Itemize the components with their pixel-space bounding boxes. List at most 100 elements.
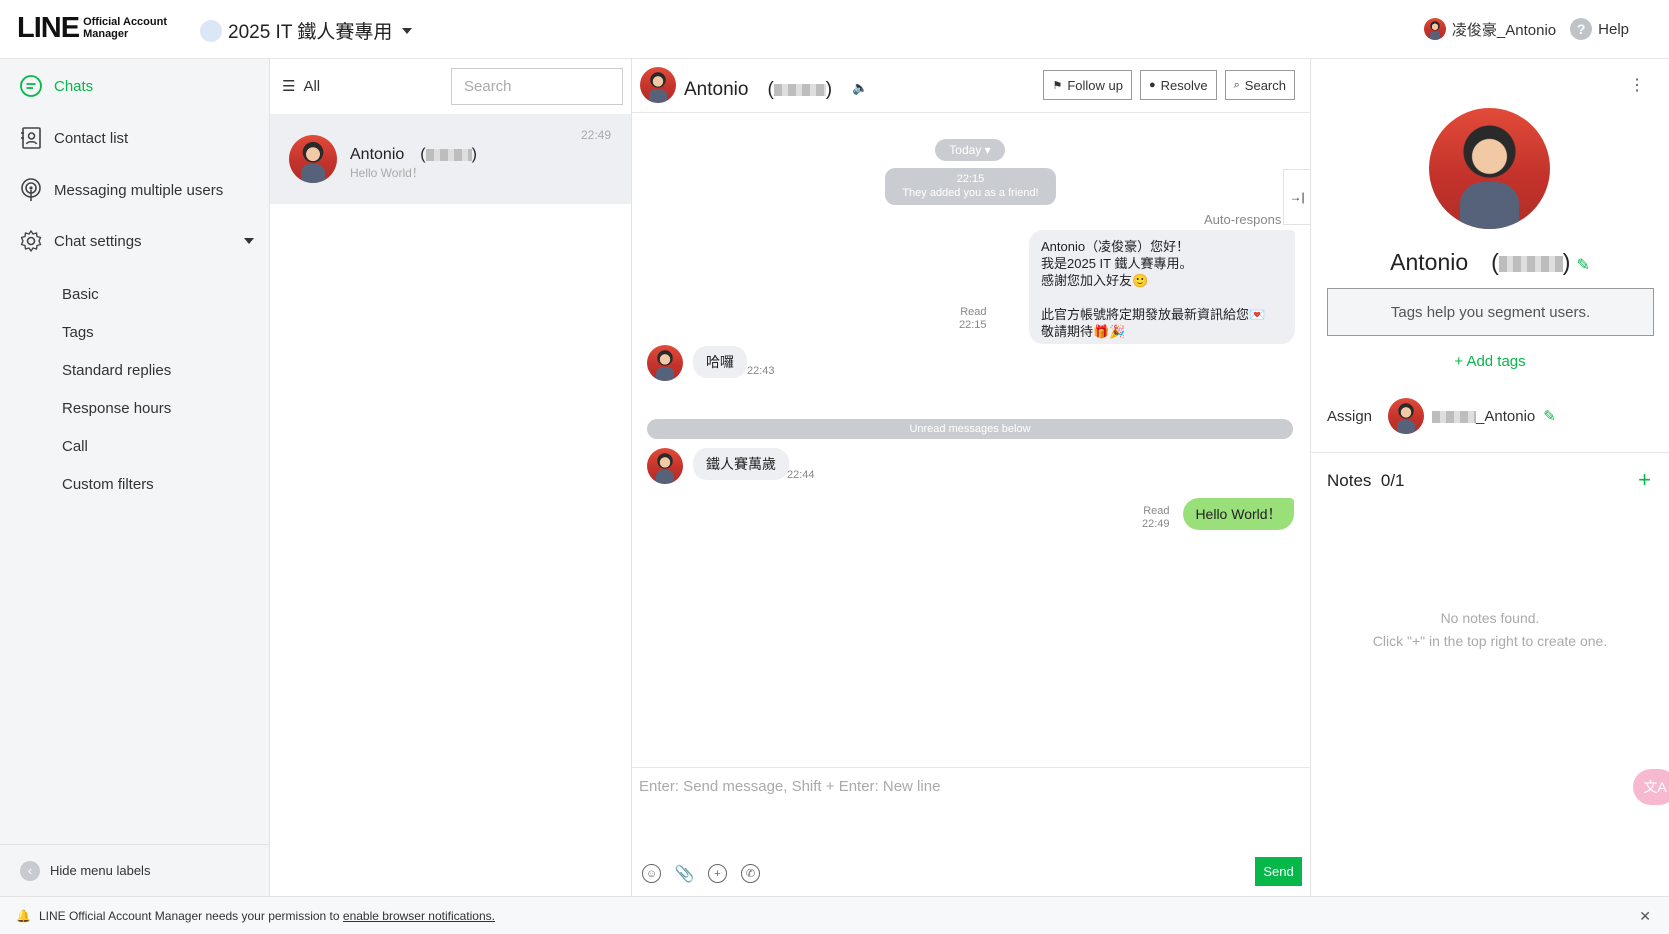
close-icon[interactable]: ✕: [1639, 908, 1651, 925]
sidebar-subitem-standard-replies[interactable]: Standard replies: [62, 362, 171, 379]
avatar: [289, 135, 337, 183]
chat-list-header: ☰ All Search: [270, 59, 631, 113]
check-bubble-icon: ●: [1149, 79, 1156, 91]
chat-header-actions: ⚑ Follow up ● Resolve ⌕ Search: [1043, 70, 1295, 100]
contact-card-icon: [18, 125, 44, 151]
sidebar: Chats Contact list Messaging multiple us…: [0, 59, 270, 896]
redacted-text: [1498, 255, 1563, 272]
auto-response-label: Auto-respons: [1204, 212, 1282, 227]
chat-filter-dropdown[interactable]: All: [303, 78, 320, 95]
sidebar-item-label: Chat settings: [54, 232, 142, 250]
tags-box[interactable]: Tags help you segment users.: [1327, 288, 1654, 336]
message-time: 22:43: [747, 365, 775, 377]
sidebar-item-chat-settings[interactable]: Chat settings: [18, 228, 254, 254]
flag-icon: ⚑: [1052, 79, 1063, 92]
more-options-icon[interactable]: ⋮: [1629, 75, 1645, 95]
emoji-icon[interactable]: ☺: [642, 864, 661, 883]
account-name: 2025 IT 鐵人賽專用: [228, 22, 393, 43]
avatar[interactable]: [647, 448, 683, 484]
outgoing-message-bubble[interactable]: Antonio（凌俊豪）您好！ 我是2025 IT 鐵人賽專用。 感謝您加入好友…: [1029, 230, 1295, 344]
chat-title-name: Antonio (: [684, 79, 774, 100]
assignee-name: _Antonio: [1476, 407, 1536, 425]
unread-divider: Unread messages below: [647, 419, 1293, 439]
message-time: 22:44: [787, 469, 815, 481]
collapse-panel-button[interactable]: →|: [1283, 169, 1310, 225]
sidebar-subitem-custom-filters[interactable]: Custom filters: [62, 476, 154, 493]
add-content-icon[interactable]: +: [708, 864, 727, 883]
logo-sub-line1: Official Account: [83, 16, 167, 28]
redacted-text: [425, 148, 472, 161]
read-status: Read: [1143, 505, 1170, 517]
add-note-icon[interactable]: +: [1638, 467, 1651, 493]
avatar[interactable]: [640, 67, 676, 103]
incoming-message-bubble[interactable]: 鐵人賽萬歲: [693, 448, 789, 480]
chat-panel: Antonio () 🔈 ⚑ Follow up ● Resolve ⌕ Search…: [632, 59, 1311, 896]
search-label: Search: [1244, 77, 1286, 93]
paperclip-icon[interactable]: 📎: [675, 864, 695, 883]
outgoing-message-bubble[interactable]: Hello World！: [1183, 498, 1294, 530]
sidebar-item-contact-list[interactable]: Contact list: [18, 125, 128, 151]
sidebar-item-label: Contact list: [54, 129, 129, 147]
enable-notifications-link[interactable]: enable browser notifications.: [343, 909, 495, 923]
avatar[interactable]: [647, 345, 683, 381]
account-switcher[interactable]: 2025 IT 鐵人賽專用: [200, 17, 413, 44]
send-button[interactable]: Send: [1255, 857, 1302, 886]
contact-name: Antonio (: [350, 146, 426, 163]
banner-message: LINE Official Account Manager needs your…: [38, 908, 340, 923]
menu-icon[interactable]: ☰: [282, 77, 295, 95]
system-message-time: 22:15: [956, 173, 985, 185]
add-tags-button[interactable]: + Add tags: [1311, 353, 1669, 370]
pencil-icon[interactable]: ✎: [1543, 407, 1556, 425]
sidebar-subitem-tags[interactable]: Tags: [62, 324, 94, 341]
system-message: 22:15 They added you as a friend!: [885, 168, 1056, 205]
speaker-icon[interactable]: 🔈: [852, 80, 868, 96]
chevron-down-icon: [244, 238, 254, 244]
assignee[interactable]: _Antonio ✎: [1388, 398, 1556, 434]
chat-bubble-icon: [18, 73, 44, 99]
hide-menu-labels-button[interactable]: ‹ Hide menu labels: [0, 844, 270, 896]
banner-text: LINE Official Account Manager needs your…: [39, 909, 495, 923]
assign-label: Assign: [1327, 407, 1373, 425]
help-label: Help: [1598, 20, 1629, 38]
phone-icon[interactable]: ✆: [741, 864, 760, 883]
sidebar-subitem-basic[interactable]: Basic: [62, 286, 99, 303]
follow-up-button[interactable]: ⚑ Follow up: [1043, 70, 1132, 100]
date-chip[interactable]: Today ▾: [935, 139, 1005, 161]
help-link[interactable]: ? Help: [1570, 18, 1629, 40]
incoming-message-bubble[interactable]: 哈囉: [693, 346, 747, 378]
avatar: [1423, 18, 1446, 40]
help-icon: ?: [1570, 18, 1593, 40]
sidebar-subitem-call[interactable]: Call: [62, 438, 88, 455]
profile-name-text: Antonio (: [1390, 249, 1499, 275]
divider: [1311, 452, 1669, 453]
sidebar-item-chats[interactable]: Chats: [18, 73, 93, 99]
logo-sub-line2: Manager: [83, 28, 129, 40]
message-composer: Enter: Send message, Shift + Enter: New …: [632, 767, 1311, 896]
notes-empty-line2: Click "+" in the top right to create one…: [1372, 633, 1608, 649]
notes-empty-line1: No notes found.: [1440, 610, 1540, 626]
sidebar-item-messaging-multiple-users[interactable]: Messaging multiple users: [18, 177, 223, 203]
chat-title: Antonio () 🔈: [684, 74, 868, 101]
avatar: [1388, 398, 1425, 434]
resolve-button[interactable]: ● Resolve: [1140, 70, 1217, 100]
message-input[interactable]: Enter: Send message, Shift + Enter: New …: [639, 778, 940, 795]
redacted-text: [773, 83, 826, 96]
message-meta: Read 22:15: [959, 306, 987, 332]
pencil-icon[interactable]: ✎: [1576, 257, 1589, 274]
sidebar-subitem-response-hours[interactable]: Response hours: [62, 400, 171, 417]
bell-icon: 🔔: [16, 908, 31, 923]
chat-list-item-preview: Hello World！: [350, 166, 424, 180]
chat-list-item[interactable]: Antonio () Hello World！ 22:49: [270, 114, 631, 204]
assign-row: Assign _Antonio ✎: [1327, 398, 1556, 434]
notes-title: Notes: [1327, 471, 1372, 490]
profile-panel: ⋮ Antonio () ✎ Tags help you segment user…: [1311, 59, 1669, 896]
chat-search-input[interactable]: Search: [451, 68, 623, 105]
line-oa-logo[interactable]: LINE Official Account Manager: [17, 14, 167, 43]
message-time: 22:49: [1142, 518, 1170, 530]
profile-avatar: [1429, 108, 1550, 229]
follow-up-label: Follow up: [1067, 77, 1123, 93]
translate-icon[interactable]: 文A: [1633, 769, 1669, 805]
chat-search-button[interactable]: ⌕ Search: [1224, 70, 1295, 100]
user-menu[interactable]: 凌俊豪_Antonio: [1423, 18, 1556, 40]
system-message-text: They added you as a friend!: [902, 187, 1039, 199]
